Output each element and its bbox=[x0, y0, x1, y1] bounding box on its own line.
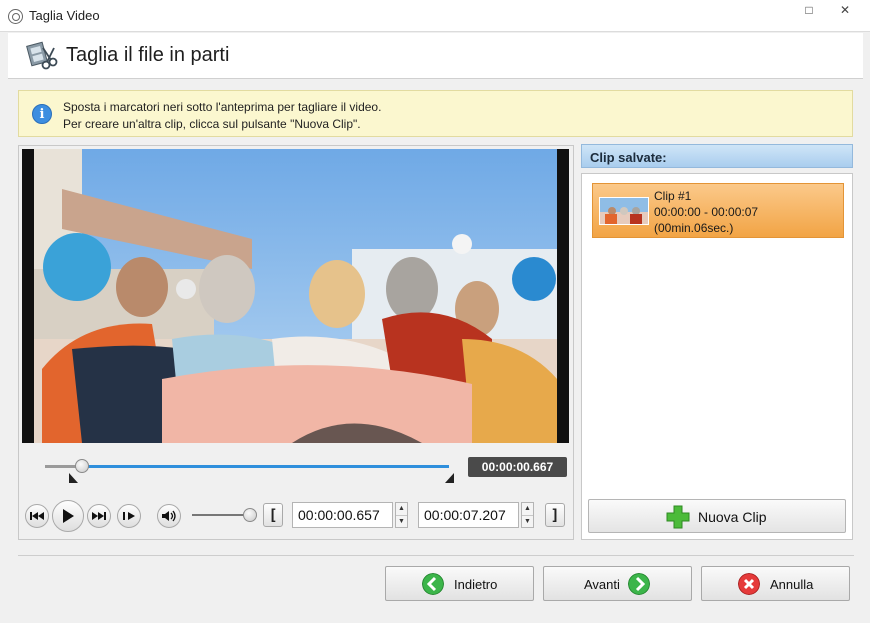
page-header: Taglia il file in parti bbox=[8, 33, 863, 79]
end-time-field[interactable]: 00:00:07.207 bbox=[418, 502, 519, 528]
clip-item[interactable]: Clip #1 00:00:00 - 00:00:07 (00min.06sec… bbox=[592, 183, 844, 238]
back-label: Indietro bbox=[454, 577, 498, 592]
volume-button[interactable] bbox=[157, 504, 181, 528]
up-arrow-icon[interactable]: ▲ bbox=[396, 503, 407, 516]
up-arrow-icon[interactable]: ▲ bbox=[522, 503, 533, 516]
info-icon: i bbox=[32, 104, 52, 124]
next-frame-button[interactable] bbox=[117, 504, 141, 528]
end-time-spinner[interactable]: ▲ ▼ bbox=[521, 502, 534, 528]
back-button[interactable]: Indietro bbox=[385, 566, 534, 601]
current-time-display: 00:00:00.667 bbox=[468, 457, 567, 477]
next-button[interactable]: Avanti bbox=[543, 566, 692, 601]
speaker-icon bbox=[162, 510, 176, 522]
clip-name: Clip #1 bbox=[654, 189, 692, 203]
play-button[interactable] bbox=[52, 500, 84, 532]
start-marker[interactable] bbox=[69, 473, 78, 483]
title-bar: Taglia Video □ ✕ bbox=[0, 0, 870, 32]
set-end-button[interactable]: ] bbox=[545, 503, 565, 527]
next-label: Avanti bbox=[584, 577, 620, 592]
info-line-1: Sposta i marcatori neri sotto l'anteprim… bbox=[63, 100, 382, 114]
new-clip-button[interactable]: Nuova Clip bbox=[588, 499, 846, 533]
video-preview[interactable] bbox=[22, 149, 569, 443]
app-icon bbox=[8, 9, 23, 24]
info-line-2: Per creare un'altra clip, clicca sul pul… bbox=[63, 117, 361, 131]
clip-thumbnail bbox=[599, 197, 649, 225]
step-forward-icon bbox=[123, 512, 135, 520]
start-time-spinner[interactable]: ▲ ▼ bbox=[395, 502, 408, 528]
skip-to-start-button[interactable] bbox=[25, 504, 49, 528]
saved-clips-header: Clip salvate: bbox=[581, 144, 853, 168]
seek-thumb[interactable] bbox=[75, 459, 89, 473]
close-window-button[interactable]: ✕ bbox=[831, 0, 859, 20]
selection-range bbox=[82, 465, 449, 468]
volume-thumb[interactable] bbox=[243, 508, 257, 522]
cancel-label: Annulla bbox=[770, 577, 814, 592]
maximize-button[interactable]: □ bbox=[795, 0, 823, 20]
video-frame-image bbox=[22, 149, 569, 443]
skip-forward-icon bbox=[92, 512, 106, 520]
arrow-right-icon bbox=[628, 573, 650, 595]
cancel-icon bbox=[738, 573, 760, 595]
info-banner: i Sposta i marcatori neri sotto l'antepr… bbox=[18, 90, 853, 137]
clip-duration: (00min.06sec.) bbox=[654, 221, 734, 235]
window-title: Taglia Video bbox=[29, 8, 100, 23]
footer-divider bbox=[18, 555, 854, 556]
start-time-field[interactable]: 00:00:00.657 bbox=[292, 502, 393, 528]
film-scissors-icon bbox=[26, 41, 58, 70]
page-title: Taglia il file in parti bbox=[66, 44, 230, 66]
set-start-button[interactable]: [ bbox=[263, 503, 283, 527]
cancel-button[interactable]: Annulla bbox=[701, 566, 850, 601]
down-arrow-icon[interactable]: ▼ bbox=[396, 516, 407, 528]
new-clip-label: Nuova Clip bbox=[698, 509, 767, 525]
play-icon bbox=[63, 509, 74, 523]
skip-to-end-button[interactable] bbox=[87, 504, 111, 528]
plus-icon bbox=[666, 505, 690, 529]
clip-range: 00:00:00 - 00:00:07 bbox=[654, 205, 759, 219]
skip-back-icon bbox=[30, 512, 44, 520]
end-marker[interactable] bbox=[445, 473, 454, 483]
arrow-left-icon bbox=[422, 573, 444, 595]
down-arrow-icon[interactable]: ▼ bbox=[522, 516, 533, 528]
